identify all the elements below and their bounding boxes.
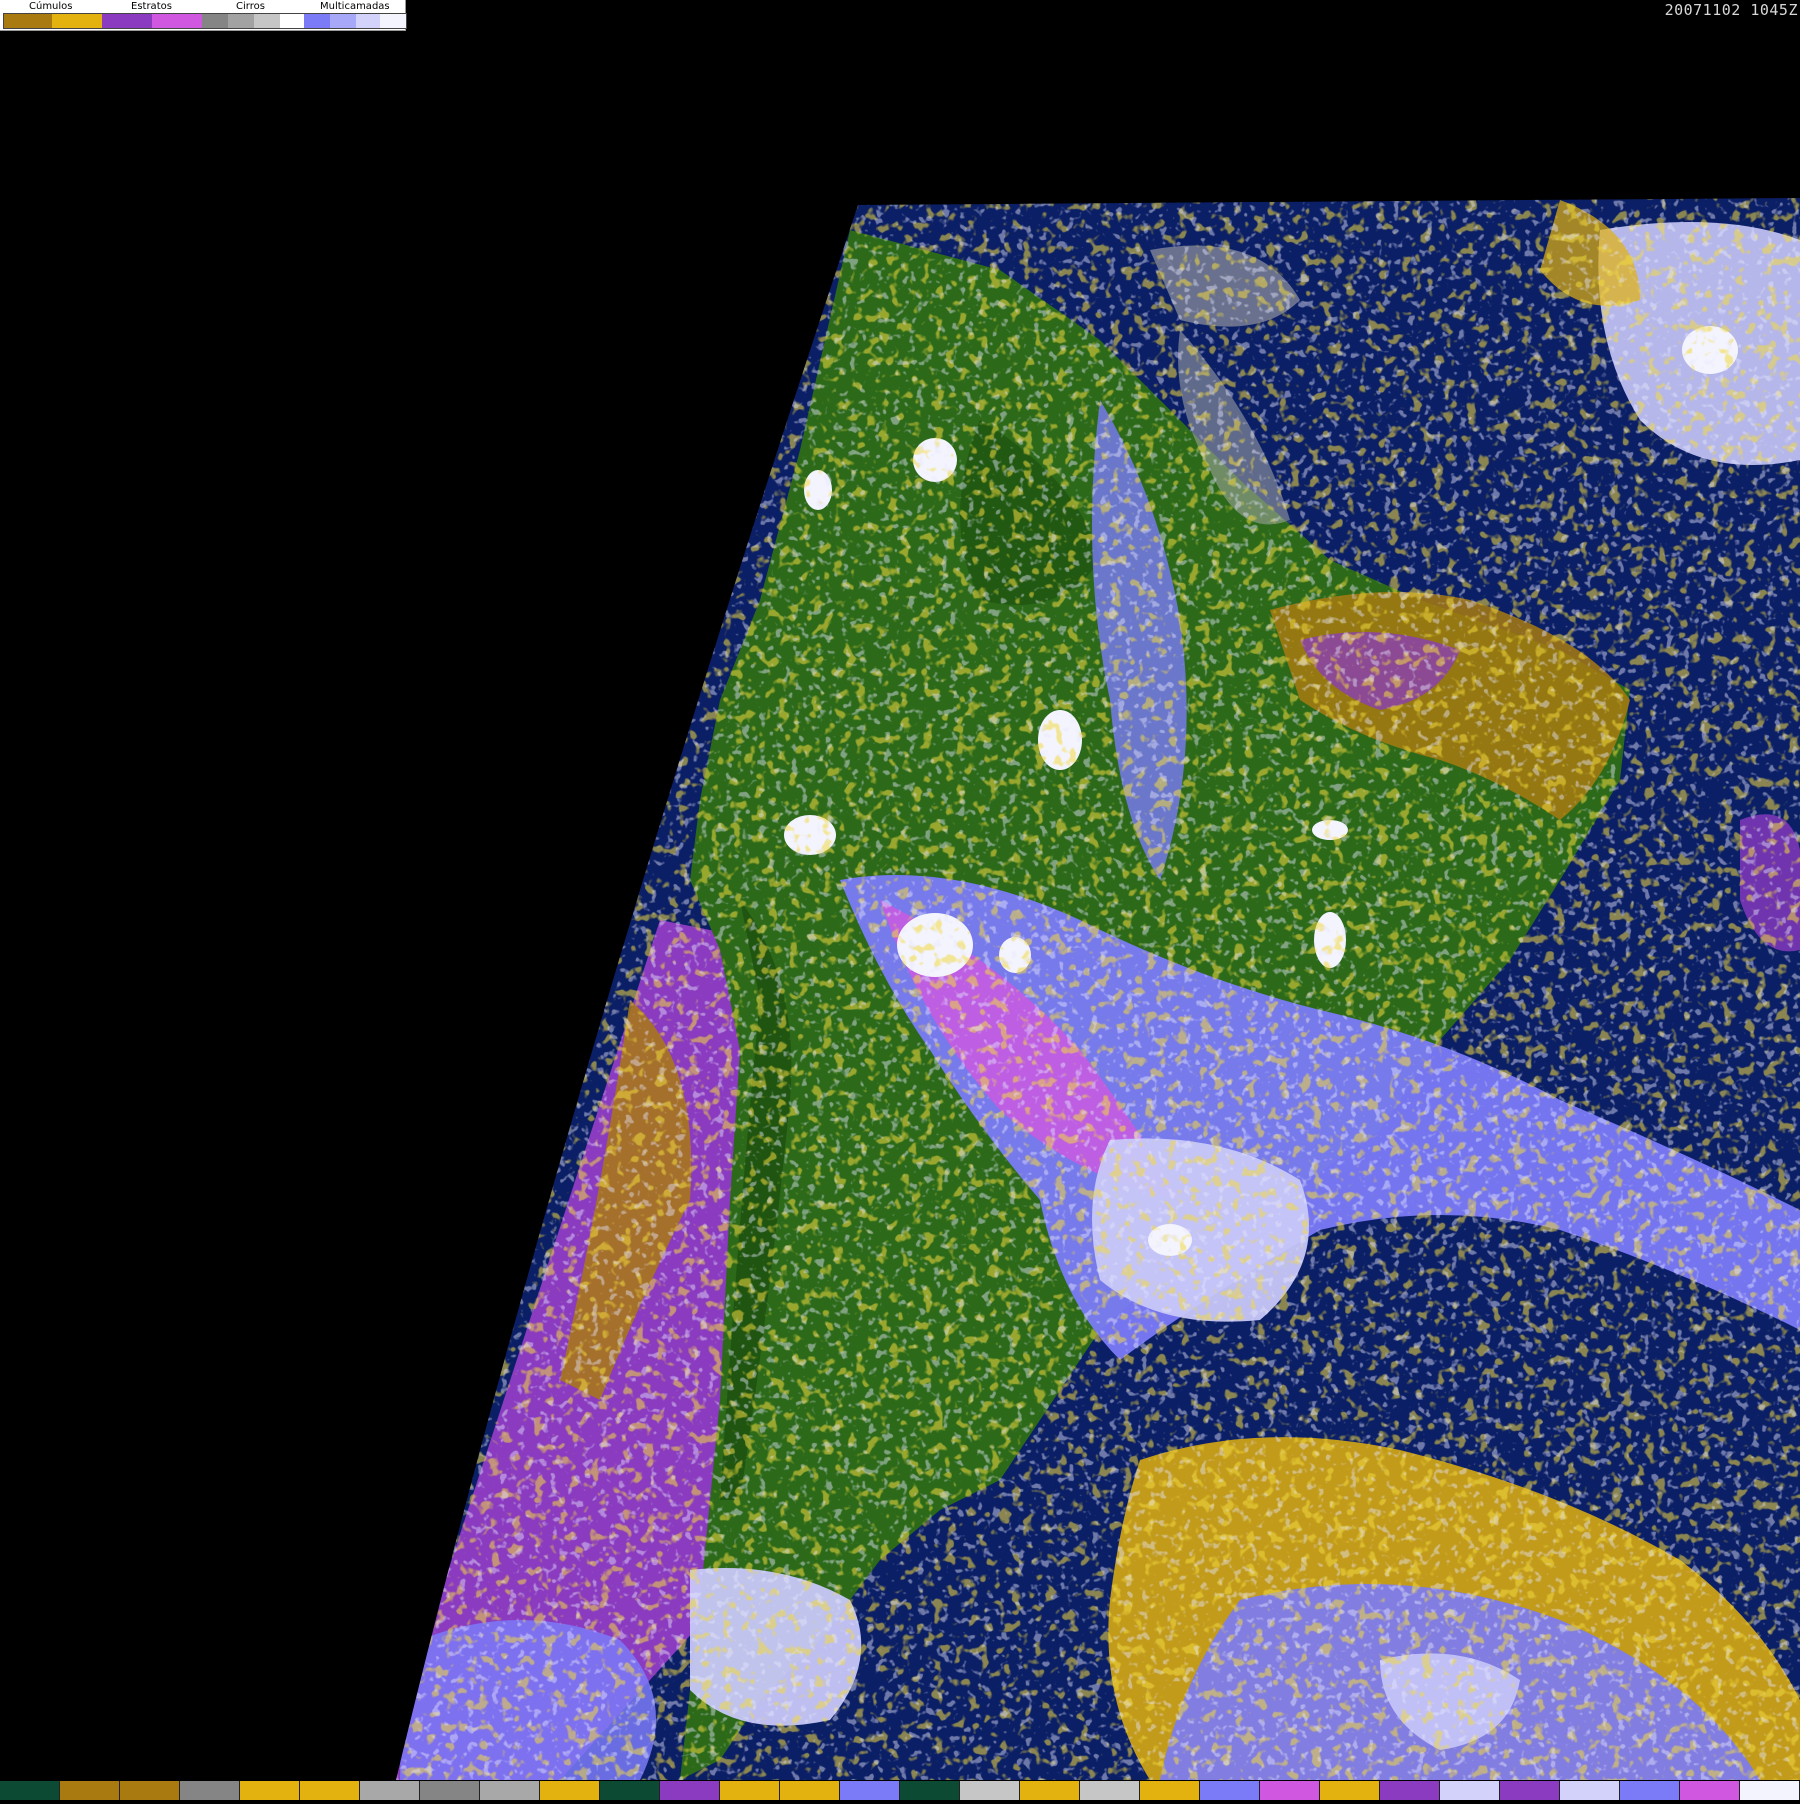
legend-label-cirros: Cirros [236, 1, 265, 12]
strip-color-cell [1500, 1781, 1560, 1800]
strip-color-cell [1740, 1781, 1800, 1800]
strip-color-cell [1380, 1781, 1440, 1800]
cloud-type-legend: Cúmulos Estratos Cirros Multicamadas [0, 0, 407, 31]
satellite-cloud-classification-map: Cúmulos Estratos Cirros Multicamadas 200… [0, 0, 1800, 1800]
legend-swatch [356, 14, 380, 28]
strip-color-cell [900, 1781, 960, 1800]
bottom-color-strip [0, 1781, 1800, 1800]
strip-color-cell [1080, 1781, 1140, 1800]
legend-swatches [3, 13, 407, 29]
legend-label-estratos: Estratos [131, 1, 172, 12]
strip-color-cell [1320, 1781, 1380, 1800]
legend-swatch [52, 14, 102, 28]
strip-color-cell [1440, 1781, 1500, 1800]
legend-swatch [304, 14, 330, 28]
legend-swatch [202, 14, 228, 28]
legend-label-multicamadas: Multicamadas [320, 1, 390, 12]
strip-color-cell [1620, 1781, 1680, 1800]
legend-swatch [254, 14, 280, 28]
legend-swatch [102, 14, 152, 28]
strip-color-cell [120, 1781, 180, 1800]
strip-color-cell [1560, 1781, 1620, 1800]
strip-color-cell [540, 1781, 600, 1800]
strip-color-cell [1020, 1781, 1080, 1800]
strip-color-cell [300, 1781, 360, 1800]
legend-swatch [228, 14, 254, 28]
image-timestamp: 20071102 1045Z [1664, 1, 1798, 19]
strip-color-cell [600, 1781, 660, 1800]
strip-color-cell [840, 1781, 900, 1800]
legend-swatch [380, 14, 406, 28]
strip-color-cell [480, 1781, 540, 1800]
strip-color-cell [1680, 1781, 1740, 1800]
strip-color-cell [240, 1781, 300, 1800]
strip-color-cell [1260, 1781, 1320, 1800]
strip-color-cell [360, 1781, 420, 1800]
strip-color-cell [780, 1781, 840, 1800]
cloud-map-image [0, 0, 1800, 1800]
legend-swatch [152, 14, 202, 28]
strip-color-cell [0, 1781, 60, 1800]
strip-color-cell [720, 1781, 780, 1800]
strip-color-cell [1140, 1781, 1200, 1800]
strip-color-cell [180, 1781, 240, 1800]
strip-color-cell [60, 1781, 120, 1800]
strip-color-cell [420, 1781, 480, 1800]
strip-color-cell [960, 1781, 1020, 1800]
legend-swatch [330, 14, 356, 28]
strip-color-cell [1200, 1781, 1260, 1800]
strip-color-cell [660, 1781, 720, 1800]
legend-swatch [280, 14, 304, 28]
legend-swatch [4, 14, 52, 28]
legend-label-cumulos: Cúmulos [29, 1, 73, 12]
